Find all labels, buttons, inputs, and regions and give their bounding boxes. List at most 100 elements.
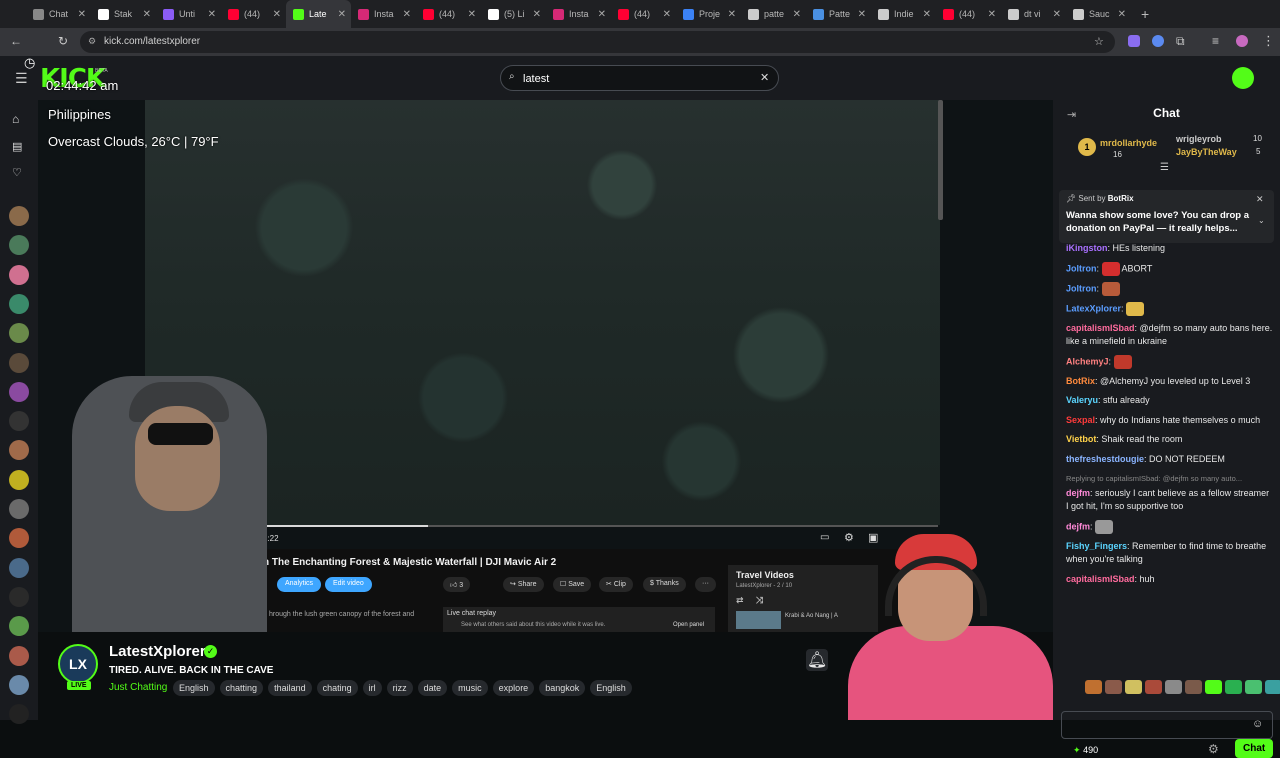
close-tab-icon[interactable]: ✕ xyxy=(533,9,541,20)
browser-tab[interactable]: Patte ✕ xyxy=(806,0,871,28)
chat-username[interactable]: capitalismISbad xyxy=(1066,574,1135,584)
share-button[interactable]: ↪ Share xyxy=(503,577,544,592)
browser-tab[interactable]: dt vi ✕ xyxy=(1001,0,1066,28)
browser-tab[interactable]: Proje ✕ xyxy=(676,0,741,28)
new-tab-icon[interactable]: + xyxy=(1141,6,1149,22)
quick-emote-icon[interactable] xyxy=(1205,680,1222,694)
close-tab-icon[interactable]: ✕ xyxy=(468,9,476,20)
followed-channel-avatar[interactable] xyxy=(9,469,29,490)
followed-channel-avatar[interactable] xyxy=(9,616,29,637)
close-tab-icon[interactable]: ✕ xyxy=(728,9,736,20)
quick-emote-icon[interactable] xyxy=(1185,680,1202,694)
shuffle-icon[interactable]: ⤨ xyxy=(756,595,763,606)
thanks-button[interactable]: $ Thanks xyxy=(643,577,686,592)
followed-channel-avatar[interactable] xyxy=(9,411,29,432)
chat-username[interactable]: capitalismISbad xyxy=(1066,323,1135,333)
browser-tab[interactable]: Indie ✕ xyxy=(871,0,936,28)
bookmark-star-icon[interactable]: ☆ xyxy=(1094,35,1104,48)
stream-tag[interactable]: chating xyxy=(316,680,358,696)
leaderboard-third-name[interactable]: JayByTheWay xyxy=(1176,147,1237,157)
followed-channel-avatar[interactable] xyxy=(9,499,29,519)
close-tab-icon[interactable]: ✕ xyxy=(1053,9,1061,20)
chat-username[interactable]: AlchemyJ xyxy=(1066,356,1109,366)
quick-emote-icon[interactable] xyxy=(1245,680,1262,694)
chat-username[interactable]: dejfm xyxy=(1066,488,1090,498)
close-tab-icon[interactable]: ✕ xyxy=(663,9,671,20)
yt-progress-bar[interactable] xyxy=(258,525,938,527)
stream-tag[interactable]: rizz xyxy=(386,680,413,696)
extension-icon[interactable] xyxy=(1152,35,1164,47)
close-tab-icon[interactable]: ✕ xyxy=(793,9,801,20)
browse-icon[interactable]: ▤ xyxy=(12,140,25,153)
live-chat-replay[interactable]: Live chat replay See what others said ab… xyxy=(443,607,715,632)
edit-video-button[interactable]: Edit video xyxy=(325,577,372,592)
chat-username[interactable]: Joltron xyxy=(1066,283,1097,293)
stream-tag[interactable]: explore xyxy=(492,680,535,696)
followed-channel-avatar[interactable] xyxy=(9,206,29,226)
browser-tab[interactable]: Unti ✕ xyxy=(156,0,221,28)
extension-icon[interactable] xyxy=(1128,35,1140,47)
browser-tab[interactable]: Insta ✕ xyxy=(351,0,416,28)
close-tab-icon[interactable]: ✕ xyxy=(858,9,866,20)
clear-search-icon[interactable]: ✕ xyxy=(760,71,769,84)
stream-tag[interactable]: chatting xyxy=(219,680,264,696)
browser-tab[interactable]: (44) ✕ xyxy=(611,0,676,28)
browser-tab[interactable]: patte ✕ xyxy=(741,0,806,28)
followed-channel-avatar[interactable] xyxy=(9,557,29,578)
chat-username[interactable]: Valeryu xyxy=(1066,395,1098,405)
stream-tag[interactable]: English xyxy=(590,680,632,696)
browser-tab[interactable]: Sauc ✕ xyxy=(1066,0,1131,28)
streamer-name[interactable]: LatestXplorer xyxy=(109,643,206,660)
stream-tag[interactable]: thailand xyxy=(268,680,312,696)
leaderboard-first-name[interactable]: mrdollarhyde xyxy=(1100,138,1157,148)
quick-emote-icon[interactable] xyxy=(1125,680,1142,694)
close-tab-icon[interactable]: ✕ xyxy=(988,9,996,20)
home-icon[interactable]: ⌂ xyxy=(12,112,25,126)
browser-tab[interactable]: (44) ✕ xyxy=(416,0,481,28)
back-icon[interactable]: ← xyxy=(10,34,22,48)
save-button[interactable]: ☐ Save xyxy=(553,577,592,592)
followed-channel-avatar[interactable] xyxy=(9,645,29,666)
close-tab-icon[interactable]: ✕ xyxy=(273,9,281,20)
like-button[interactable]: 👍︎ 3 xyxy=(443,577,471,592)
quick-emote-icon[interactable] xyxy=(1265,680,1280,694)
close-tab-icon[interactable]: ✕ xyxy=(143,9,151,20)
analytics-button[interactable]: Analytics xyxy=(277,577,322,592)
chat-username[interactable]: Joltron xyxy=(1066,263,1097,273)
browser-tab[interactable]: (5) Li ✕ xyxy=(481,0,546,28)
followed-channel-avatar[interactable] xyxy=(9,293,29,314)
quick-emote-icon[interactable] xyxy=(1105,680,1122,694)
leaderboard-second-name[interactable]: wrigleyrob xyxy=(1176,134,1222,144)
browser-tab[interactable]: (44) ✕ xyxy=(936,0,1001,28)
stream-tag[interactable]: irl xyxy=(362,680,382,696)
expand-pinned-icon[interactable]: ⌄ xyxy=(1258,216,1265,225)
chat-username[interactable]: Sexpal xyxy=(1066,415,1095,425)
close-tab-icon[interactable]: ✕ xyxy=(1118,9,1126,20)
stream-tag[interactable]: English xyxy=(173,680,215,696)
followed-channel-avatar[interactable] xyxy=(9,586,29,607)
chat-username[interactable]: LatexXplorer xyxy=(1066,303,1121,313)
stream-category[interactable]: Just Chatting xyxy=(109,682,167,693)
open-panel-button[interactable]: Open panel xyxy=(673,622,704,628)
chat-send-button[interactable]: Chat xyxy=(1235,739,1274,758)
following-heart-icon[interactable]: ♡ xyxy=(12,166,25,179)
channel-points[interactable]: ✦ 490 xyxy=(1073,745,1098,756)
followed-channel-avatar[interactable] xyxy=(9,704,29,725)
notification-bell-icon[interactable]: 🔔︎ xyxy=(806,649,828,671)
close-tab-icon[interactable]: ✕ xyxy=(598,9,606,20)
chat-username[interactable]: thefreshestdougie xyxy=(1066,454,1144,464)
followed-channel-avatar[interactable] xyxy=(9,264,29,285)
close-tab-icon[interactable]: ✕ xyxy=(923,9,931,20)
loop-icon[interactable]: ⇄ xyxy=(736,595,744,606)
playlist-thumbnail[interactable] xyxy=(736,611,781,629)
followed-channel-avatar[interactable] xyxy=(9,528,29,549)
expand-leaderboard-icon[interactable]: ☰ xyxy=(1160,162,1169,173)
site-info-icon[interactable]: ⚙ xyxy=(88,36,96,47)
chat-username[interactable]: iKingston xyxy=(1066,243,1108,253)
quick-emote-icon[interactable] xyxy=(1145,680,1162,694)
user-avatar[interactable] xyxy=(1232,67,1254,89)
pinned-sender[interactable]: BotRix xyxy=(1108,194,1134,203)
close-tab-icon[interactable]: ✕ xyxy=(338,9,346,20)
quick-emote-icon[interactable] xyxy=(1165,680,1182,694)
address-bar[interactable]: ⚙ kick.com/latestxplorer ☆ xyxy=(80,31,1115,53)
